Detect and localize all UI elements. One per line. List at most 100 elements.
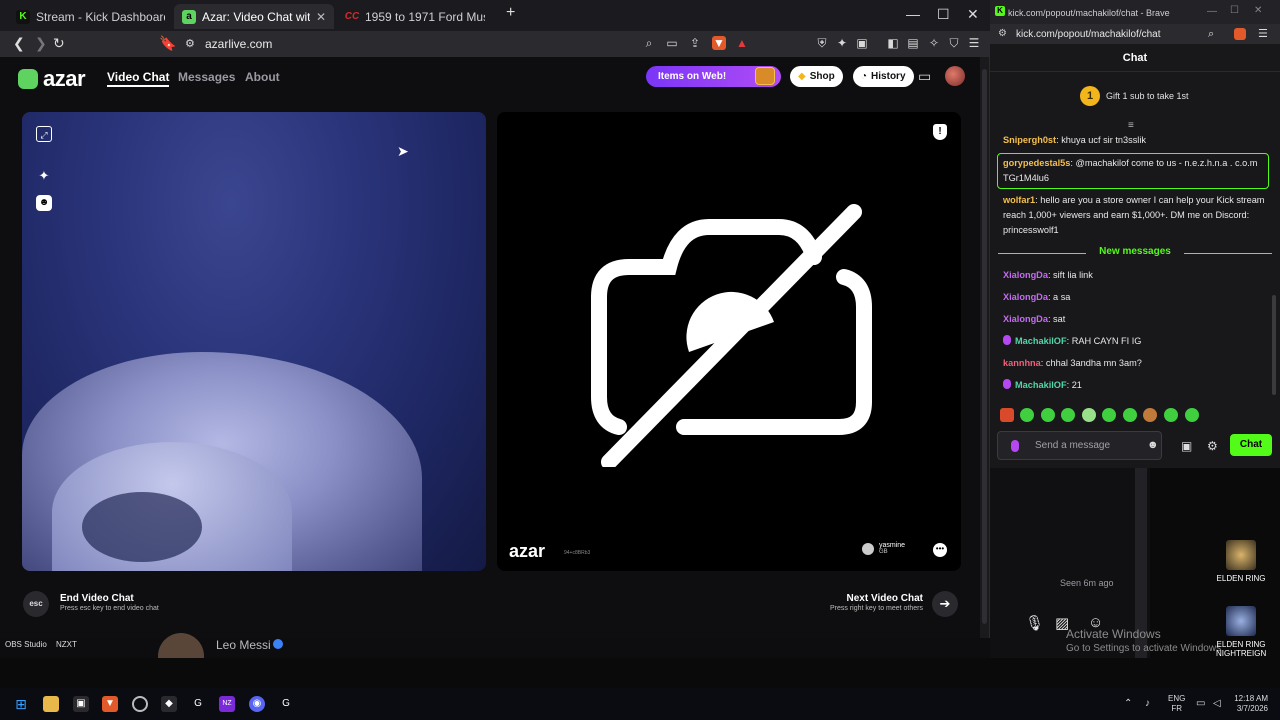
close-window-icon[interactable]: ✕ bbox=[967, 6, 979, 23]
gift-icon[interactable]: ▣ bbox=[1181, 439, 1192, 453]
emote-icon[interactable] bbox=[1123, 408, 1137, 422]
tab-azar[interactable]: a Azar: Video Chat with New Pe ✕ bbox=[174, 4, 334, 29]
g-hub-icon[interactable]: G bbox=[190, 696, 206, 712]
send-chat-button[interactable]: Chat bbox=[1230, 434, 1272, 456]
emote-icon[interactable] bbox=[1164, 408, 1178, 422]
sidebar-icon[interactable]: ◧ bbox=[886, 36, 900, 50]
gear-icon[interactable]: ⚙ bbox=[1207, 439, 1218, 453]
azar-logo[interactable]: azar bbox=[18, 66, 86, 92]
nav-video-chat[interactable]: Video Chat bbox=[107, 70, 170, 87]
maximize-icon[interactable]: ☐ bbox=[1230, 5, 1239, 16]
brave-shield-icon[interactable] bbox=[1234, 28, 1246, 40]
esc-key-badge[interactable]: esc bbox=[23, 591, 49, 617]
brave-shield-icon[interactable]: ▼ bbox=[712, 36, 726, 50]
next-video-chat-title[interactable]: Next Video Chat bbox=[780, 593, 924, 604]
minimize-icon[interactable]: — bbox=[1207, 6, 1217, 17]
end-video-chat-title[interactable]: End Video Chat bbox=[60, 593, 134, 604]
peer-info[interactable]: yasmine GB bbox=[862, 542, 905, 555]
history-button[interactable]: ◔ History bbox=[853, 66, 914, 87]
microphone-icon[interactable]: 🎙 bbox=[1025, 614, 1044, 632]
chat-scrollbar[interactable] bbox=[1271, 125, 1277, 425]
desktop-icon-elden-ring[interactable]: ELDEN RING bbox=[1216, 540, 1266, 583]
language-indicator[interactable]: ENG FR bbox=[1168, 694, 1185, 714]
emote-icon[interactable] bbox=[1185, 408, 1199, 422]
tab-mustang[interactable]: CC 1959 to 1971 Ford Mustang for Sale bbox=[337, 4, 493, 29]
next-video-chat-hint: Press right key to meet others bbox=[830, 605, 923, 612]
emote-icon[interactable] bbox=[1102, 408, 1116, 422]
maximize-icon[interactable]: ☐ bbox=[937, 6, 950, 23]
nav-messages[interactable]: Messages bbox=[178, 70, 235, 84]
network-icon[interactable]: ▭ bbox=[1196, 698, 1205, 709]
url-field[interactable]: azarlive.com bbox=[205, 37, 272, 51]
unity-icon[interactable]: ◆ bbox=[161, 696, 177, 712]
vpn-shield-icon[interactable]: ⛨ bbox=[815, 36, 829, 50]
nzxt-cam-icon[interactable]: NZ bbox=[219, 696, 235, 712]
brave-taskbar-icon[interactable]: ▼ bbox=[102, 696, 118, 712]
leo-ai-icon[interactable]: ✧ bbox=[927, 36, 941, 50]
emote-icon[interactable] bbox=[1000, 408, 1014, 422]
popout-url[interactable]: kick.com/popout/machakilof/chat bbox=[1016, 29, 1161, 40]
desktop-icon-nightreign[interactable]: ELDEN RING NIGHTREIGN bbox=[1216, 606, 1266, 658]
close-window-icon[interactable]: ✕ bbox=[1254, 5, 1262, 16]
brave-rewards-icon[interactable]: ▲ bbox=[735, 36, 749, 50]
forward-icon[interactable]: ❯ bbox=[35, 35, 47, 52]
site-info-icon[interactable]: ⚙ bbox=[185, 37, 195, 50]
cast-icon[interactable]: ▭ bbox=[665, 36, 679, 50]
reload-icon[interactable]: ↻ bbox=[53, 35, 65, 52]
shop-button[interactable]: ◆ Shop bbox=[790, 66, 843, 87]
site-info-icon[interactable]: ⚙ bbox=[998, 28, 1007, 39]
menu-icon[interactable]: ☰ bbox=[967, 36, 981, 50]
back-icon[interactable]: ❮ bbox=[13, 35, 25, 52]
new-tab-button[interactable]: + bbox=[506, 4, 515, 22]
page-scrollbar[interactable] bbox=[980, 57, 989, 638]
share-icon[interactable]: ⇪ bbox=[688, 36, 702, 50]
emote-icon[interactable] bbox=[1082, 408, 1096, 422]
avatar[interactable] bbox=[945, 66, 965, 86]
g-hub-icon[interactable]: G bbox=[278, 696, 294, 712]
minimize-icon[interactable]: — bbox=[906, 6, 920, 22]
steam-icon[interactable] bbox=[132, 696, 148, 712]
discord-icon[interactable]: ◉ bbox=[249, 696, 265, 712]
store-icon[interactable]: ▣ bbox=[73, 696, 89, 712]
obs-studio-label: OBS Studio bbox=[5, 640, 47, 649]
emote-icon[interactable] bbox=[1041, 408, 1055, 422]
clock[interactable]: 12:18 AM 3/7/2026 bbox=[1230, 694, 1268, 714]
gift-leaderboard[interactable]: 1 Gift 1 sub to take 1st bbox=[1080, 86, 1189, 106]
popout-address-bar: ⚙ kick.com/popout/machakilof/chat ⌕ ☰ bbox=[990, 24, 1280, 44]
chat-input[interactable]: Send a message ☻ bbox=[997, 431, 1162, 460]
promo-banner[interactable]: Items on Web! bbox=[646, 66, 781, 87]
next-arrow-button[interactable]: ➔ bbox=[932, 591, 958, 617]
face-filter-icon[interactable]: ☻ bbox=[36, 195, 52, 211]
nav-about[interactable]: About bbox=[245, 70, 280, 84]
inbox-icon[interactable]: ▭ bbox=[918, 68, 934, 84]
menu-icon[interactable]: ☰ bbox=[1258, 27, 1268, 40]
emoji-icon[interactable]: ☻ bbox=[1147, 439, 1159, 451]
kick-chat-popout: K kick.com/popout/machakilof/chat - Brav… bbox=[990, 0, 1280, 468]
emote-icon[interactable] bbox=[1143, 408, 1157, 422]
close-tab-icon[interactable]: ✕ bbox=[316, 10, 326, 24]
main-browser-window: K Stream - Kick Dashboard a Azar: Video … bbox=[0, 0, 990, 638]
magic-wand-icon[interactable]: ✦ bbox=[36, 168, 52, 184]
zoom-icon[interactable]: ⌕ bbox=[642, 36, 656, 50]
vpn-icon[interactable]: ⛉ bbox=[947, 36, 961, 50]
extensions-icon[interactable]: ✦ bbox=[835, 36, 849, 50]
chat-bubble-icon[interactable]: ••• bbox=[933, 543, 947, 557]
chat-message: Snipergh0st: khuya ucf sir tn3sslik bbox=[1003, 135, 1146, 145]
end-video-chat-hint: Press esc key to end video chat bbox=[60, 605, 159, 612]
media-icon[interactable]: ▣ bbox=[855, 36, 869, 50]
zoom-icon[interactable]: ⌕ bbox=[1208, 28, 1214, 41]
volume-icon[interactable]: ◁ bbox=[1213, 698, 1221, 709]
wallet-icon[interactable]: ▤ bbox=[906, 36, 920, 50]
collapse-pinned-icon[interactable]: ≡ bbox=[1128, 120, 1134, 131]
chat-message: kannhna: chhal 3andha mn 3am? bbox=[1003, 358, 1142, 368]
report-icon[interactable]: ! bbox=[933, 124, 947, 140]
bookmark-icon[interactable]: 🔖 bbox=[159, 35, 176, 52]
emote-icon[interactable] bbox=[1061, 408, 1075, 422]
tray-mic-icon[interactable]: ♪ bbox=[1145, 698, 1150, 709]
file-explorer-icon[interactable] bbox=[43, 696, 59, 712]
tray-overflow-icon[interactable]: ⌃ bbox=[1124, 698, 1132, 709]
emote-icon[interactable] bbox=[1020, 408, 1034, 422]
expand-icon[interactable]: ⤢ bbox=[36, 126, 52, 142]
start-menu-icon[interactable]: ⊞ bbox=[13, 696, 29, 712]
tab-kick-dashboard[interactable]: K Stream - Kick Dashboard bbox=[8, 4, 173, 29]
